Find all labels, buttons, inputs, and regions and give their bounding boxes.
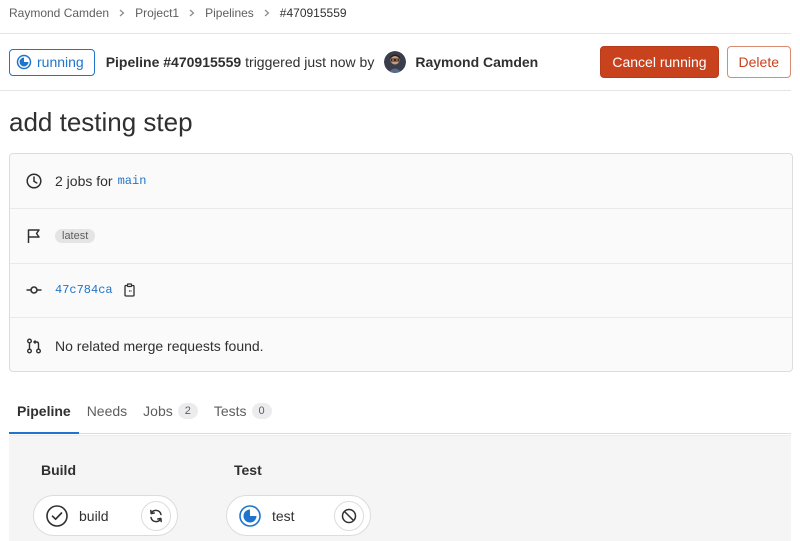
retry-icon — [148, 508, 164, 524]
author-name[interactable]: Raymond Camden — [415, 54, 538, 70]
flag-icon — [26, 228, 42, 244]
clock-icon — [26, 173, 42, 189]
pipeline-tabs: Pipeline Needs Jobs 2 Tests 0 — [9, 397, 791, 434]
merge-request-row: No related merge requests found. — [10, 318, 792, 373]
jobs-row: 2 jobs for main — [10, 154, 792, 209]
header-actions: Cancel running Delete — [600, 46, 791, 78]
copy-icon[interactable] — [123, 283, 137, 298]
branch-link[interactable]: main — [118, 174, 147, 188]
pipeline-graph: Build build Test test — [9, 435, 791, 541]
status-badge[interactable]: running — [9, 48, 95, 76]
commit-icon — [26, 282, 42, 298]
tab-needs[interactable]: Needs — [79, 397, 135, 434]
cancel-icon — [341, 508, 357, 524]
chevron-right-icon — [263, 9, 271, 17]
tab-label: Tests — [213, 403, 247, 419]
cancel-job-button[interactable] — [334, 501, 364, 531]
pipeline-id: Pipeline #470915559 — [105, 54, 242, 70]
tab-pipeline[interactable]: Pipeline — [9, 397, 79, 434]
cancel-running-button[interactable]: Cancel running — [600, 46, 719, 78]
merge-request-text: No related merge requests found. — [55, 337, 264, 354]
tests-count-badge: 0 — [251, 403, 272, 419]
job-name: test — [272, 507, 295, 524]
merge-request-icon — [26, 338, 42, 354]
tab-label: Jobs — [143, 403, 173, 419]
breadcrumb-project[interactable]: Project1 — [135, 6, 179, 20]
tag-row: latest — [10, 209, 792, 264]
chevron-right-icon — [118, 9, 126, 17]
tab-label: Pipeline — [17, 403, 71, 419]
commit-title: add testing step — [9, 107, 193, 137]
trigger-text: triggered just now by — [245, 54, 375, 70]
commit-sha-link[interactable]: 47c784ca — [55, 283, 113, 297]
breadcrumb-user[interactable]: Raymond Camden — [9, 6, 109, 20]
status-label: running — [37, 54, 84, 70]
running-icon — [16, 54, 32, 70]
stage-title: Build — [41, 462, 76, 478]
running-icon — [239, 504, 261, 527]
avatar[interactable] — [384, 51, 407, 73]
breadcrumb-pipeline-id[interactable]: #470915559 — [280, 6, 347, 20]
latest-badge: latest — [55, 228, 96, 243]
job-build[interactable]: build — [33, 495, 178, 536]
tab-tests[interactable]: Tests 0 — [206, 397, 280, 434]
breadcrumb: Raymond Camden Project1 Pipelines #47091… — [9, 5, 347, 21]
divider — [0, 90, 791, 91]
chevron-right-icon — [188, 9, 196, 17]
retry-button[interactable] — [141, 501, 171, 531]
commit-row: 47c784ca — [10, 264, 792, 319]
job-test[interactable]: test — [226, 495, 371, 536]
stage-title: Test — [234, 462, 262, 478]
jobs-text: 2 jobs for — [55, 172, 113, 189]
tab-jobs[interactable]: Jobs 2 — [135, 397, 206, 434]
pipeline-title: Pipeline #470915559 triggered just now b… — [105, 51, 538, 73]
jobs-count-badge: 2 — [177, 403, 198, 419]
check-circle-icon — [46, 504, 68, 527]
pipeline-header: running Pipeline #470915559 triggered ju… — [9, 34, 791, 90]
breadcrumb-pipelines[interactable]: Pipelines — [205, 6, 254, 20]
pipeline-info-card: 2 jobs for main latest 47c784ca No relat… — [9, 153, 793, 372]
delete-button[interactable]: Delete — [726, 46, 791, 78]
tab-label: Needs — [86, 403, 128, 419]
job-name: build — [79, 507, 109, 524]
